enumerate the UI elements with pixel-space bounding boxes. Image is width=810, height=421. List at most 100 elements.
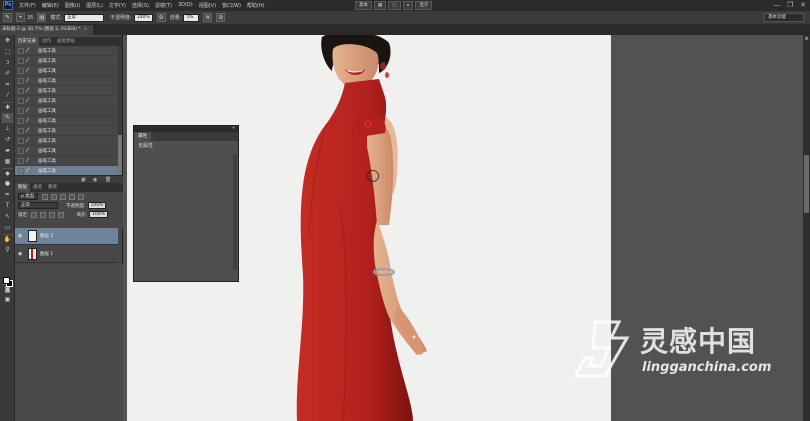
- crop-tool-icon[interactable]: ⌗: [2, 80, 13, 90]
- move-tool-icon[interactable]: ✥: [2, 36, 13, 46]
- eyedropper-tool-icon[interactable]: ⁄: [2, 91, 13, 101]
- type-tool-icon[interactable]: T: [2, 201, 13, 211]
- menu-layer[interactable]: 图层(L): [86, 2, 103, 9]
- menu-file[interactable]: 文件(F): [19, 2, 36, 9]
- blend-mode-select[interactable]: 正常: [18, 202, 58, 209]
- clone-stamp-tool-icon[interactable]: ⊥: [2, 124, 13, 134]
- grid-icon[interactable]: ▦: [374, 1, 387, 10]
- snapshot-checkbox[interactable]: [18, 137, 24, 144]
- snapshot-checkbox[interactable]: [18, 87, 24, 94]
- lock-all-icon[interactable]: [57, 211, 64, 218]
- hand-tool-icon[interactable]: ✋: [2, 234, 13, 244]
- visibility-eye-icon[interactable]: ◉: [18, 251, 25, 257]
- snapshot-checkbox[interactable]: [18, 117, 24, 124]
- tab-brush-presets[interactable]: 画笔预设: [54, 37, 78, 46]
- brush-panel-icon[interactable]: ▤: [37, 13, 47, 22]
- collapse-panel-icon[interactable]: «: [232, 125, 235, 131]
- lock-transparency-icon[interactable]: [30, 211, 37, 218]
- screen-mode-icon[interactable]: ▣: [2, 295, 13, 305]
- menu-view[interactable]: 视图(V): [199, 2, 216, 9]
- type-filter-icon[interactable]: [60, 193, 66, 200]
- tab-channels[interactable]: 通道: [30, 183, 45, 192]
- show-button[interactable]: 显示: [415, 1, 433, 10]
- pressure-size-icon[interactable]: ⊘: [216, 13, 226, 22]
- blur-tool-icon[interactable]: ◆: [2, 168, 13, 178]
- restore-icon[interactable]: ❐: [786, 1, 794, 9]
- history-item[interactable]: ⁄ 画笔工具: [15, 76, 118, 86]
- foreground-color-swatch[interactable]: [3, 277, 10, 284]
- history-item[interactable]: ⁄ 画笔工具: [15, 66, 118, 76]
- history-item[interactable]: ⁄ 画笔工具: [15, 86, 118, 96]
- history-item[interactable]: ⁄ 画笔工具: [15, 96, 118, 106]
- menu-image[interactable]: 图像(I): [65, 2, 80, 9]
- shape-filter-icon[interactable]: [69, 193, 75, 200]
- lasso-tool-icon[interactable]: ↄ: [2, 58, 13, 68]
- marquee-tool-icon[interactable]: ⬚: [2, 47, 13, 57]
- snapshot-checkbox[interactable]: [18, 157, 24, 164]
- snapshot-checkbox[interactable]: [18, 47, 24, 54]
- tab-history[interactable]: 历史记录: [15, 37, 39, 46]
- properties-scrollbar[interactable]: [233, 154, 237, 270]
- snapshot-checkbox[interactable]: [18, 167, 24, 174]
- essentials-button[interactable]: 基本: [355, 1, 372, 10]
- menu-edit[interactable]: 编辑(E): [42, 2, 59, 9]
- menu-select[interactable]: 选择(S): [132, 2, 149, 9]
- layer-kind-filter[interactable]: ρ 类型: [18, 193, 38, 200]
- quick-select-tool-icon[interactable]: ✐: [2, 69, 13, 79]
- minimize-icon[interactable]: —: [773, 1, 781, 9]
- history-item[interactable]: ⁄ 画笔工具: [15, 56, 118, 66]
- brush-tool-icon[interactable]: ✎: [2, 113, 13, 123]
- layer-opacity-input[interactable]: 100%: [87, 202, 107, 209]
- pen-tool-icon[interactable]: ✒: [2, 190, 13, 200]
- dodge-tool-icon[interactable]: ●: [2, 179, 13, 189]
- snapshot-checkbox[interactable]: [18, 77, 24, 84]
- menu-filter[interactable]: 滤镜(T): [155, 2, 172, 9]
- eraser-tool-icon[interactable]: ▰: [2, 146, 13, 156]
- snapshot-checkbox[interactable]: [18, 127, 24, 134]
- brush-preset-picker[interactable]: • 35: [16, 13, 33, 22]
- healing-brush-tool-icon[interactable]: ✚: [2, 102, 13, 112]
- gradient-tool-icon[interactable]: ▦: [2, 157, 13, 167]
- visibility-eye-icon[interactable]: ◉: [18, 233, 25, 239]
- workspace-select[interactable]: 基本功能: [764, 13, 804, 22]
- menu-type[interactable]: 文字(Y): [109, 2, 126, 9]
- history-item[interactable]: ⁄ 画笔工具: [15, 106, 118, 116]
- path-select-tool-icon[interactable]: ↖: [2, 212, 13, 222]
- menu-help[interactable]: 帮助(H): [247, 2, 265, 9]
- flow-input[interactable]: 5%: [183, 13, 200, 22]
- history-item[interactable]: ⁄ 画笔工具: [15, 146, 118, 156]
- frame-icon[interactable]: ▢: [388, 1, 401, 10]
- layer-row[interactable]: ◉ 图层 1: [15, 246, 118, 263]
- history-item[interactable]: ⁄ 画笔工具: [15, 136, 118, 146]
- pixel-filter-icon[interactable]: [42, 193, 48, 200]
- adjustment-filter-icon[interactable]: [51, 193, 57, 200]
- tab-actions[interactable]: 动作: [39, 37, 54, 46]
- menu-3d[interactable]: 3D(D): [178, 2, 193, 9]
- home-icon[interactable]: ⌂: [402, 1, 414, 10]
- default-colors-icon[interactable]: [2, 256, 13, 270]
- document-tab[interactable]: 未标题-2 @ 30.7% (图层 2, RGB/8) * ×: [0, 25, 94, 35]
- brush-tool-icon[interactable]: ✎: [3, 13, 12, 22]
- canvas-vertical-scrollbar[interactable]: [803, 35, 810, 421]
- lock-position-icon[interactable]: [48, 211, 55, 218]
- tab-paths[interactable]: 路径: [45, 183, 60, 192]
- tab-layers[interactable]: 图层: [15, 183, 30, 192]
- tab-properties[interactable]: 属性: [134, 132, 151, 141]
- history-brush-tool-icon[interactable]: ↺: [2, 135, 13, 145]
- mode-select[interactable]: 正常: [64, 13, 105, 22]
- history-item[interactable]: ⁄ 画笔工具: [15, 156, 118, 166]
- close-tab-icon[interactable]: ×: [84, 27, 88, 32]
- snapshot-checkbox[interactable]: [18, 97, 24, 104]
- scroll-up-arrow-icon[interactable]: ▲: [803, 35, 810, 42]
- menu-window[interactable]: 窗口(W): [222, 2, 241, 9]
- fill-input[interactable]: 100%: [89, 211, 108, 218]
- opacity-input[interactable]: 100%: [133, 13, 153, 22]
- snapshot-checkbox[interactable]: [18, 57, 24, 64]
- zoom-tool-icon[interactable]: ⚲: [2, 245, 13, 255]
- shape-tool-icon[interactable]: ▭: [2, 223, 13, 233]
- history-scroll-thumb[interactable]: [118, 135, 122, 175]
- layer-row-active[interactable]: ◉ 图层 2: [15, 228, 118, 245]
- history-item[interactable]: ⁄ 画笔工具: [15, 116, 118, 126]
- snapshot-checkbox[interactable]: [18, 67, 24, 74]
- lock-image-icon[interactable]: [39, 211, 46, 218]
